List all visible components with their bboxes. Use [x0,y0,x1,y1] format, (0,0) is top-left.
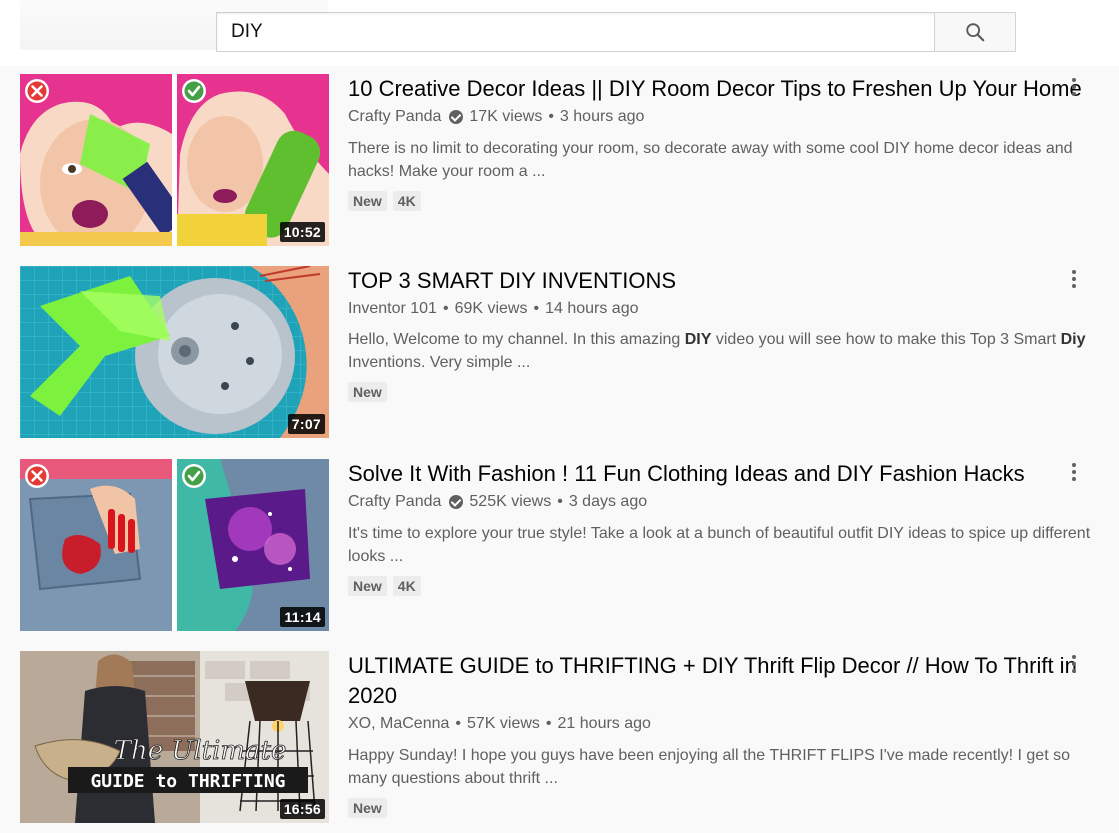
check-mark-icon [182,79,206,103]
video-description: There is no limit to decorating your roo… [348,140,1073,180]
separator: • [533,300,540,317]
separator: • [545,715,552,732]
separator: • [442,300,449,317]
channel-name[interactable]: Crafty Panda [348,491,441,513]
video-result[interactable]: 10:52 10 Creative Decor Ideas || DIY Roo… [20,74,1119,246]
channel-name[interactable]: Crafty Panda [348,106,441,128]
badge-new: New [348,576,387,596]
x-mark-icon [25,79,49,103]
separator: • [548,108,554,125]
upload-age: 21 hours ago [557,715,651,732]
view-count: 525K views [469,493,552,510]
video-meta: Solve It With Fashion ! 11 Fun Clothing … [348,459,1090,596]
video-meta: TOP 3 SMART DIY INVENTIONS Inventor 101 … [348,266,1088,402]
badge-new: New [348,798,387,818]
video-title[interactable]: ULTIMATE GUIDE to THRIFTING + DIY Thrift… [348,651,1088,711]
upload-age: 3 hours ago [559,108,645,125]
badge-row: New 4K [348,576,1088,596]
video-thumbnail[interactable]: 7:07 [20,266,329,438]
video-thumbnail[interactable]: The Ultimate GUIDE to THRIFTING 16:56 [20,651,329,823]
video-thumbnail[interactable]: 10:52 [20,74,329,246]
video-result[interactable]: 11:14 Solve It With Fashion ! 11 Fun Clo… [20,459,1119,631]
video-duration: 7:07 [287,414,325,434]
verified-badge-icon [449,495,464,509]
more-actions-icon[interactable] [1063,74,1085,100]
verified-badge-icon [449,110,464,124]
upload-age: 3 days ago [568,493,648,510]
badge-new: New [348,191,387,211]
search-button[interactable] [934,12,1016,52]
video-duration: 10:52 [279,222,325,242]
badge-row: New 4K [348,191,1088,211]
video-result[interactable]: 7:07 TOP 3 SMART DIY INVENTIONS Inventor… [20,266,1119,438]
channel-name[interactable]: Inventor 101 [348,298,437,320]
video-meta: ULTIMATE GUIDE to THRIFTING + DIY Thrift… [348,651,1088,818]
badge-4k: 4K [392,576,421,596]
separator: • [557,493,563,510]
x-mark-icon [25,464,49,488]
more-actions-icon[interactable] [1063,266,1085,292]
thumb-banner-text: GUIDE to THRIFTING [90,771,285,792]
badge-new: New [348,382,387,402]
upload-age: 14 hours ago [545,300,639,317]
more-actions-icon[interactable] [1063,651,1085,677]
video-description: Happy Sunday! I hope you guys have been … [348,747,1070,787]
badge-row: New [348,798,1088,818]
video-result[interactable]: The Ultimate GUIDE to THRIFTING 16:56 UL… [20,651,1119,823]
separator: • [455,715,461,732]
video-description: Hello, Welcome to my channel. In this am… [348,331,1086,371]
search-icon [966,23,985,42]
video-byline: Crafty Panda 525K views • 3 days ago [348,491,1088,513]
video-title[interactable]: 10 Creative Decor Ideas || DIY Room Deco… [348,74,1088,104]
view-count: 69K views [454,300,528,317]
check-mark-icon [182,464,206,488]
video-thumbnail[interactable]: 11:14 [20,459,329,631]
video-duration: 16:56 [279,799,325,819]
video-duration: 11:14 [280,607,325,627]
view-count: 57K views [467,715,540,732]
video-title[interactable]: TOP 3 SMART DIY INVENTIONS [348,266,1088,296]
more-actions-icon[interactable] [1063,459,1085,485]
thumb-script-text: The Ultimate [114,736,287,766]
video-byline: Crafty Panda 17K views • 3 hours ago [348,106,1088,128]
video-description: It's time to explore your true style! Ta… [348,525,1091,565]
badge-row: New [348,382,1088,402]
badge-4k: 4K [392,191,421,211]
video-byline: XO, MaCenna • 57K views • 21 hours ago [348,713,1088,735]
video-byline: Inventor 101 • 69K views • 14 hours ago [348,298,1088,320]
video-meta: 10 Creative Decor Ideas || DIY Room Deco… [348,74,1088,211]
search-query: DIY [231,21,263,42]
masthead: DIY [0,0,1119,66]
channel-name[interactable]: XO, MaCenna [348,713,449,735]
view-count: 17K views [469,108,543,125]
video-title[interactable]: Solve It With Fashion ! 11 Fun Clothing … [348,459,1088,489]
search-input[interactable]: DIY [216,12,936,52]
